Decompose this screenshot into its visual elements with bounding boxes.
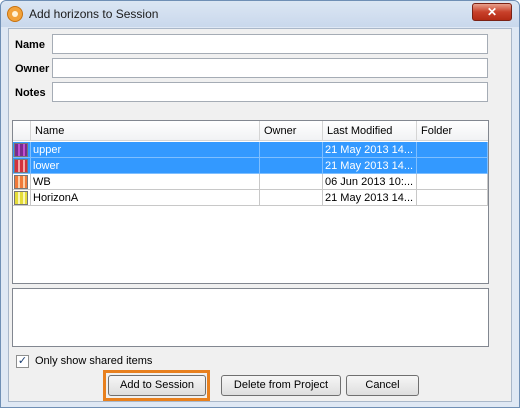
row-icon-cell [13,142,31,158]
row-owner [260,158,323,174]
table-row[interactable]: HorizonA 21 May 2013 14... [13,190,488,206]
row-last-modified: 21 May 2013 14... [323,190,417,206]
row-folder [417,158,488,174]
only-shared-checkbox[interactable]: ✓ [16,355,29,368]
row-name: WB [31,174,260,190]
row-name: lower [31,158,260,174]
add-to-session-button[interactable]: Add to Session [108,375,206,396]
notes-field[interactable] [52,82,488,102]
row-owner [260,142,323,158]
table-row[interactable]: lower 21 May 2013 14... [13,158,488,174]
table-row[interactable]: upper 21 May 2013 14... [13,142,488,158]
row-owner [260,190,323,206]
dialog-body: Name Owner Notes Name Owner Last Modifie… [8,28,512,402]
table-header: Name Owner Last Modified Folder [13,121,488,141]
horizon-grid-icon [14,143,28,157]
column-header-folder[interactable]: Folder [417,121,488,141]
title-bar[interactable]: Add horizons to Session ✕ [1,1,519,27]
notes-label: Notes [15,87,46,99]
row-folder [417,174,488,190]
row-icon-cell [13,190,31,206]
column-header-name[interactable]: Name [31,121,260,141]
name-label: Name [15,39,45,51]
row-folder [417,142,488,158]
column-header-owner[interactable]: Owner [260,121,323,141]
only-shared-label: Only show shared items [35,355,153,367]
horizon-grid-icon [14,159,28,173]
row-last-modified: 06 Jun 2013 10:... [323,174,417,190]
row-name: upper [31,142,260,158]
app-logo-icon [7,6,23,22]
row-name: HorizonA [31,190,260,206]
window-title: Add horizons to Session [29,7,159,21]
horizon-grid-icon [14,175,28,189]
column-header-last-modified[interactable]: Last Modified [323,121,417,141]
table-row[interactable]: WB 06 Jun 2013 10:... [13,174,488,190]
row-last-modified: 21 May 2013 14... [323,158,417,174]
row-icon-cell [13,174,31,190]
horizons-table[interactable]: Name Owner Last Modified Folder upper 21… [12,120,489,284]
add-horizons-dialog: Add horizons to Session ✕ Name Owner Not… [0,0,520,408]
owner-field[interactable] [52,58,488,78]
row-owner [260,174,323,190]
horizon-grid-icon [14,191,28,205]
row-folder [417,190,488,206]
close-button[interactable]: ✕ [472,3,512,21]
row-icon-cell [13,158,31,174]
owner-label: Owner [15,63,50,75]
name-field[interactable] [52,34,488,54]
cancel-button[interactable]: Cancel [346,375,419,396]
header-icon-column [13,121,31,141]
details-pane [12,288,489,347]
delete-from-project-button[interactable]: Delete from Project [221,375,341,396]
row-last-modified: 21 May 2013 14... [323,142,417,158]
